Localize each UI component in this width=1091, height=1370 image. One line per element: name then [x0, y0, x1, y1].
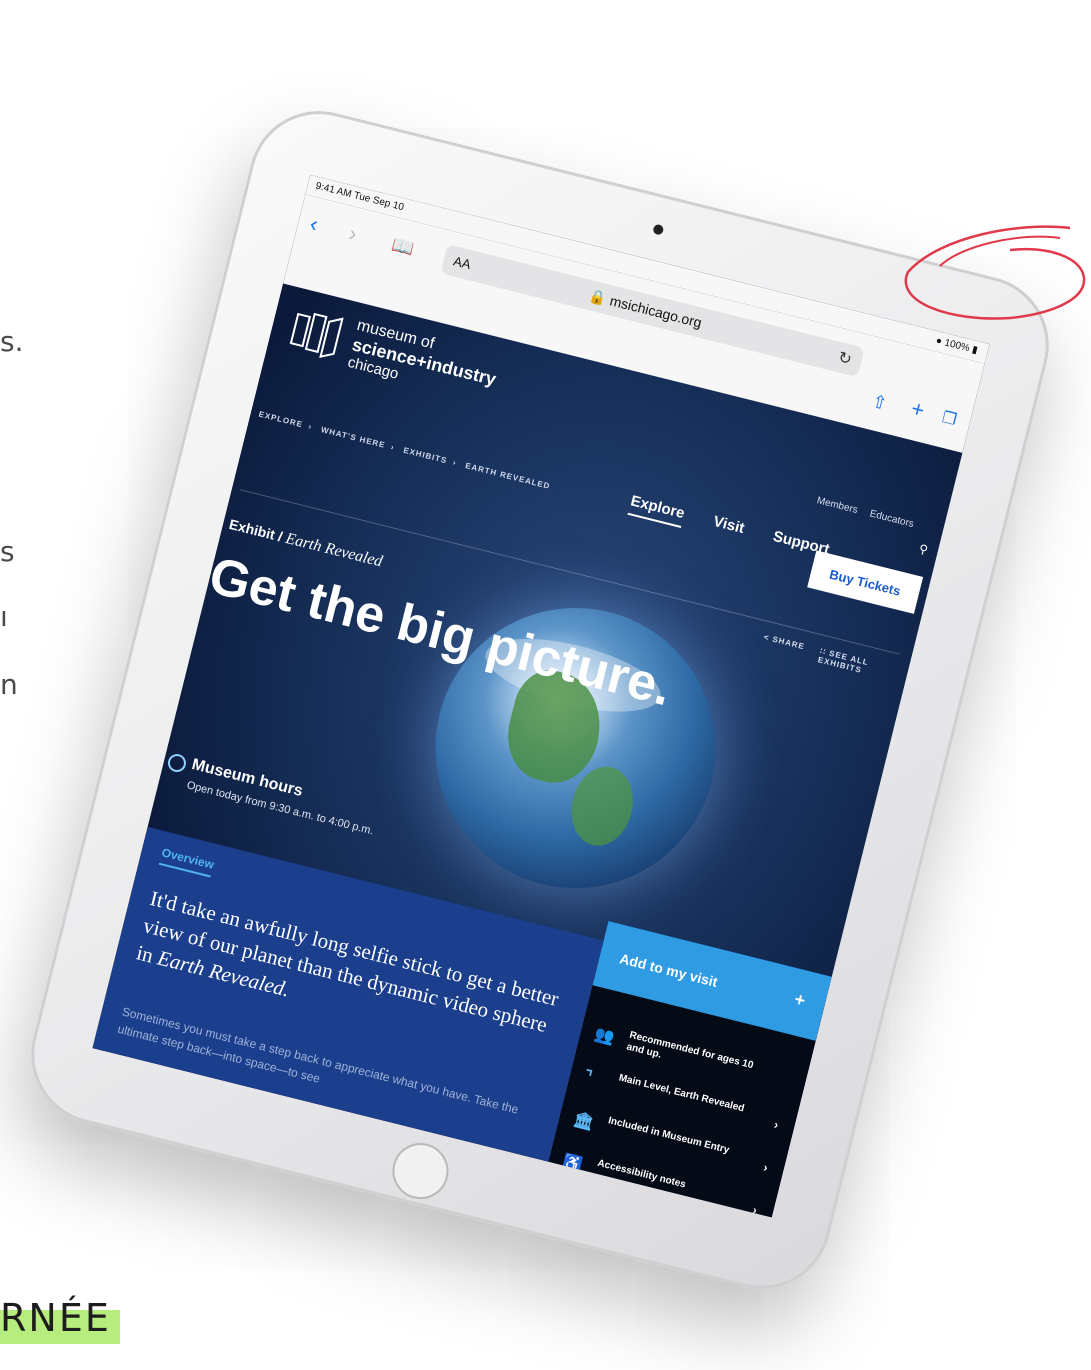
breadcrumb-whats-here[interactable]: WHAT'S HERE	[320, 425, 386, 450]
nav-explore[interactable]: Explore	[627, 492, 687, 528]
share-link[interactable]: < SHARE	[763, 632, 806, 651]
tabs-icon[interactable]: ❐	[940, 407, 959, 432]
forward-icon[interactable]: ›	[346, 220, 359, 246]
margin-text-3: ı	[0, 600, 8, 633]
stairs-icon: ⌝	[582, 1068, 594, 1087]
utility-links: Members Educators	[806, 493, 915, 530]
breadcrumb-explore[interactable]: EXPLORE	[258, 410, 304, 430]
breadcrumb: EXPLORE › WHAT'S HERE › EXHIBITS › EARTH RE…	[257, 409, 552, 492]
educators-link[interactable]: Educators	[868, 508, 914, 530]
back-icon[interactable]: ‹	[308, 211, 321, 237]
members-link[interactable]: Members	[816, 495, 859, 516]
tab-overview[interactable]: Overview	[158, 845, 216, 878]
plus-icon: +	[792, 988, 808, 1011]
chevron-right-icon: ›	[772, 1117, 780, 1133]
clock-icon	[166, 752, 188, 774]
bookmarks-icon[interactable]: 📖	[389, 233, 417, 260]
msi-logo-mark-icon	[289, 312, 344, 359]
people-icon: 👥	[592, 1025, 617, 1047]
margin-text-4: n	[0, 668, 18, 701]
margin-text-2: s	[0, 535, 15, 568]
handwritten-footer: RNÉE	[0, 1296, 120, 1344]
share-icon[interactable]: ⇧	[870, 390, 890, 415]
new-tab-icon[interactable]: +	[909, 396, 928, 423]
reader-button[interactable]: AA	[452, 253, 472, 272]
buy-tickets-button[interactable]: Buy Tickets	[807, 550, 924, 614]
nav-visit[interactable]: Visit	[712, 513, 747, 537]
search-icon[interactable]: ⚲	[917, 541, 929, 557]
red-circle-annotation	[904, 225, 1086, 320]
margin-text-1: s.	[0, 325, 24, 358]
reload-icon[interactable]: ↻	[836, 347, 854, 370]
breadcrumb-exhibits[interactable]: EXHIBITS	[402, 446, 448, 466]
url-text: 🔒 msichicago.org	[587, 287, 704, 331]
chevron-right-icon: ›	[761, 1160, 770, 1175]
museum-icon: 🏛	[571, 1110, 596, 1133]
lock-icon: 🔒	[587, 287, 609, 307]
breadcrumb-earth-revealed[interactable]: EARTH REVEALED	[464, 461, 551, 491]
